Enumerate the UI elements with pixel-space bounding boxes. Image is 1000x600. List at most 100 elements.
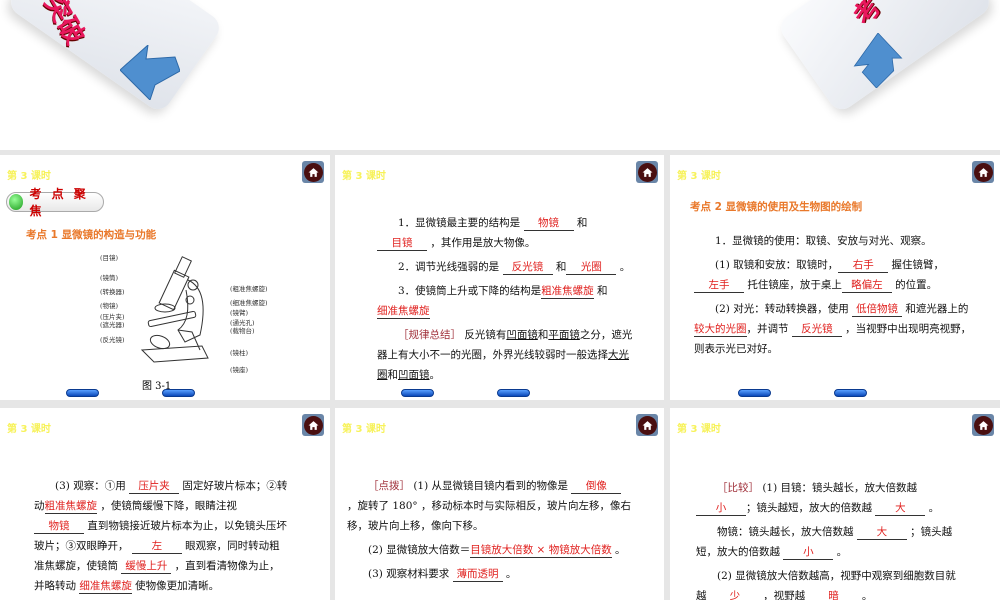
slide-content: 1．显微镜最主要的结构是 物镜 和 目镜 ，其作用是放大物像。 2．调节光线强弱的…	[377, 213, 634, 389]
answer-blank: 细准焦螺旋	[377, 305, 430, 319]
slide-panel-3[interactable]: 第 3 课时 考点 2 显微镜的使用及生物图的绘制 1．显微镜的使用：取镜、安放…	[670, 155, 1000, 400]
paragraph: (2) 对光：转动转换器，使用 低倍物镜 和遮光器上的 较大的光圈，并调节 反光…	[694, 299, 976, 359]
home-button[interactable]	[302, 161, 324, 183]
text: 1．显微镜的使用：取镜、安放与对光、观察。	[715, 235, 932, 247]
note-label: ［点拨］	[368, 480, 410, 492]
text: (1) 从显微镜目镜内看到的物像是	[410, 480, 572, 492]
section-heading: 考点 2 显微镜的使用及生物图的绘制	[690, 201, 863, 213]
home-button[interactable]	[636, 161, 658, 183]
answer-blank: 暗	[809, 589, 859, 600]
lesson-label: 第 3 课时	[7, 171, 51, 182]
answer-blank: 少	[710, 589, 760, 600]
slide-panel-5[interactable]: 第 3 课时 ［点拨］ (1) 从显微镜目镜内看到的物像是 倒像 ，旋转了 18…	[335, 408, 664, 600]
home-icon	[637, 162, 657, 182]
paragraph: 2．调节光线强弱的是 反光镜 和光圈 。	[377, 257, 634, 277]
home-button[interactable]	[636, 414, 658, 436]
answer-blank: 小	[783, 545, 834, 560]
slide-panel-1[interactable]: 第 3 课时 考 点 聚 焦 考点 1 显微镜的构造与功能 (目镜) (镜筒) (转…	[0, 155, 330, 400]
arrow-icon[interactable]	[848, 33, 908, 88]
nav-button-prev[interactable]	[738, 389, 771, 397]
home-button[interactable]	[302, 414, 324, 436]
answer-blank: 低倍物镜	[852, 302, 903, 317]
banner-card-left	[5, 0, 225, 115]
text: 和	[573, 217, 588, 229]
text: 。	[616, 261, 631, 273]
answer-blank: 反光镜	[791, 322, 842, 337]
text: 2．调节光线强弱的是	[398, 261, 503, 273]
answer-blank: 物镜	[523, 216, 574, 231]
diagram-label: (镜筒)	[100, 274, 119, 282]
home-button[interactable]	[972, 414, 994, 436]
slide-panel-2[interactable]: 第 3 课时 1．显微镜最主要的结构是 物镜 和 目镜 ，其作用是放大物像。 2．…	[335, 155, 664, 400]
answer-blank: 右手	[838, 258, 889, 273]
green-dot-icon	[9, 194, 24, 210]
slide-panel-4[interactable]: 第 3 课时 (3) 观察：①用 压片夹 固定好玻片标本；②转动粗准焦螺旋 ，使…	[0, 408, 330, 600]
lesson-label: 第 3 课时	[677, 171, 721, 182]
text: (2) 显微镜放大倍数＝	[368, 544, 471, 556]
diagram-label: (遮光器)	[100, 321, 125, 329]
answer-blank: 粗准焦螺旋	[541, 285, 594, 299]
text: 。	[429, 369, 441, 381]
note-label: ［比较］	[717, 482, 759, 494]
diagram-label: (目镜)	[100, 254, 119, 262]
nav-button-next[interactable]	[497, 389, 530, 397]
top-banner: 突破 考	[0, 0, 1000, 150]
text: 1．显微镜最主要的结构是	[398, 217, 524, 229]
text: ，其作用是放大物像。	[427, 237, 536, 249]
slide-content: (3) 观察：①用 压片夹 固定好玻片标本；②转动粗准焦螺旋 ，使镜筒缓慢下降，…	[34, 476, 290, 600]
text: 。	[833, 546, 848, 558]
text: (3) 观察：①用	[55, 480, 130, 492]
paragraph: (3) 观察：①用 压片夹 固定好玻片标本；②转动粗准焦螺旋 ，使镜筒缓慢下降，…	[34, 476, 290, 596]
paragraph: (3) 观察材料要求 薄而透明 。	[347, 564, 634, 584]
nav-button-next[interactable]	[834, 389, 867, 397]
answer-blank: 反光镜	[502, 260, 553, 275]
nav-button-next[interactable]	[162, 389, 195, 397]
home-icon	[637, 415, 657, 435]
paragraph: 1．显微镜的使用：取镜、安放与对光、观察。	[694, 231, 976, 251]
text: 的位置。	[891, 279, 938, 291]
answer-blank: 大	[875, 501, 926, 516]
home-icon	[973, 162, 993, 182]
text: 使物像更加清晰。	[131, 580, 220, 592]
home-icon	[973, 415, 993, 435]
paragraph: ［点拨］ (1) 从显微镜目镜内看到的物像是 倒像 ，旋转了 180° ，移动标…	[347, 476, 634, 536]
lesson-label: 第 3 课时	[7, 424, 51, 435]
text: 和	[593, 285, 608, 297]
answer-blank: 细准焦螺旋	[79, 580, 132, 594]
paragraph: 3．使镜筒上升或下降的结构是粗准焦螺旋 和 细准焦螺旋	[377, 281, 634, 321]
answer-blank: 缓慢上升	[121, 559, 172, 574]
text: 物镜：镜头越长，放大倍数越	[717, 526, 857, 538]
answer-blank: 大	[856, 525, 907, 540]
underlined-term: 平面镜	[548, 329, 580, 341]
slide-content: ［点拨］ (1) 从显微镜目镜内看到的物像是 倒像 ，旋转了 180° ，移动标…	[347, 476, 634, 588]
answer-blank: 略偏左	[841, 278, 892, 293]
diagram-label: (物镜)	[100, 302, 119, 310]
section-badge: 考 点 聚 焦	[6, 187, 104, 218]
paragraph: (1) 取镜和安放：取镜时， 右手 握住镜臂， 左手 托住镜座，放于桌上 略偏左 的位…	[694, 255, 976, 295]
diagram-label: (反光镜)	[100, 336, 125, 344]
answer-blank: 左手	[694, 278, 744, 293]
home-icon	[303, 162, 323, 182]
answer-blank: 目镜	[377, 236, 427, 251]
diagram-label: (镜座)	[230, 366, 249, 374]
slide-content: ［比较］ (1) 目镜：镜头越长，放大倍数越 小；镜头越短，放大的倍数越 大 。…	[696, 478, 960, 600]
section-heading: 考点 1 显微镜的构造与功能	[26, 229, 157, 241]
text: 反光镜有	[461, 329, 507, 341]
answer-blank: 压片夹	[129, 479, 180, 494]
text: 3．使镜筒上升或下降的结构是	[398, 285, 542, 297]
text: (2) 对光：转动转换器，使用	[715, 303, 853, 315]
text: 和	[387, 369, 399, 381]
slide-content: 1．显微镜的使用：取镜、安放与对光、观察。 (1) 取镜和安放：取镜时， 右手 握住…	[694, 231, 976, 363]
nav-button-prev[interactable]	[66, 389, 99, 397]
slide-panel-6[interactable]: 第 3 课时 ［比较］ (1) 目镜：镜头越长，放大倍数越 小；镜头越短，放大的…	[670, 408, 1000, 600]
text: 和遮光器上的	[902, 303, 969, 315]
text: ，视野越	[759, 590, 809, 600]
home-button[interactable]	[972, 161, 994, 183]
text: (1) 取镜和安放：取镜时，	[715, 259, 839, 271]
arrow-icon[interactable]	[120, 45, 180, 100]
text: 。	[925, 502, 940, 514]
answer-blank: 目镜放大倍数 × 物镜放大倍数	[470, 544, 612, 558]
answer-blank: 粗准焦螺旋	[44, 500, 97, 514]
nav-button-prev[interactable]	[401, 389, 434, 397]
text: 。	[502, 568, 517, 580]
